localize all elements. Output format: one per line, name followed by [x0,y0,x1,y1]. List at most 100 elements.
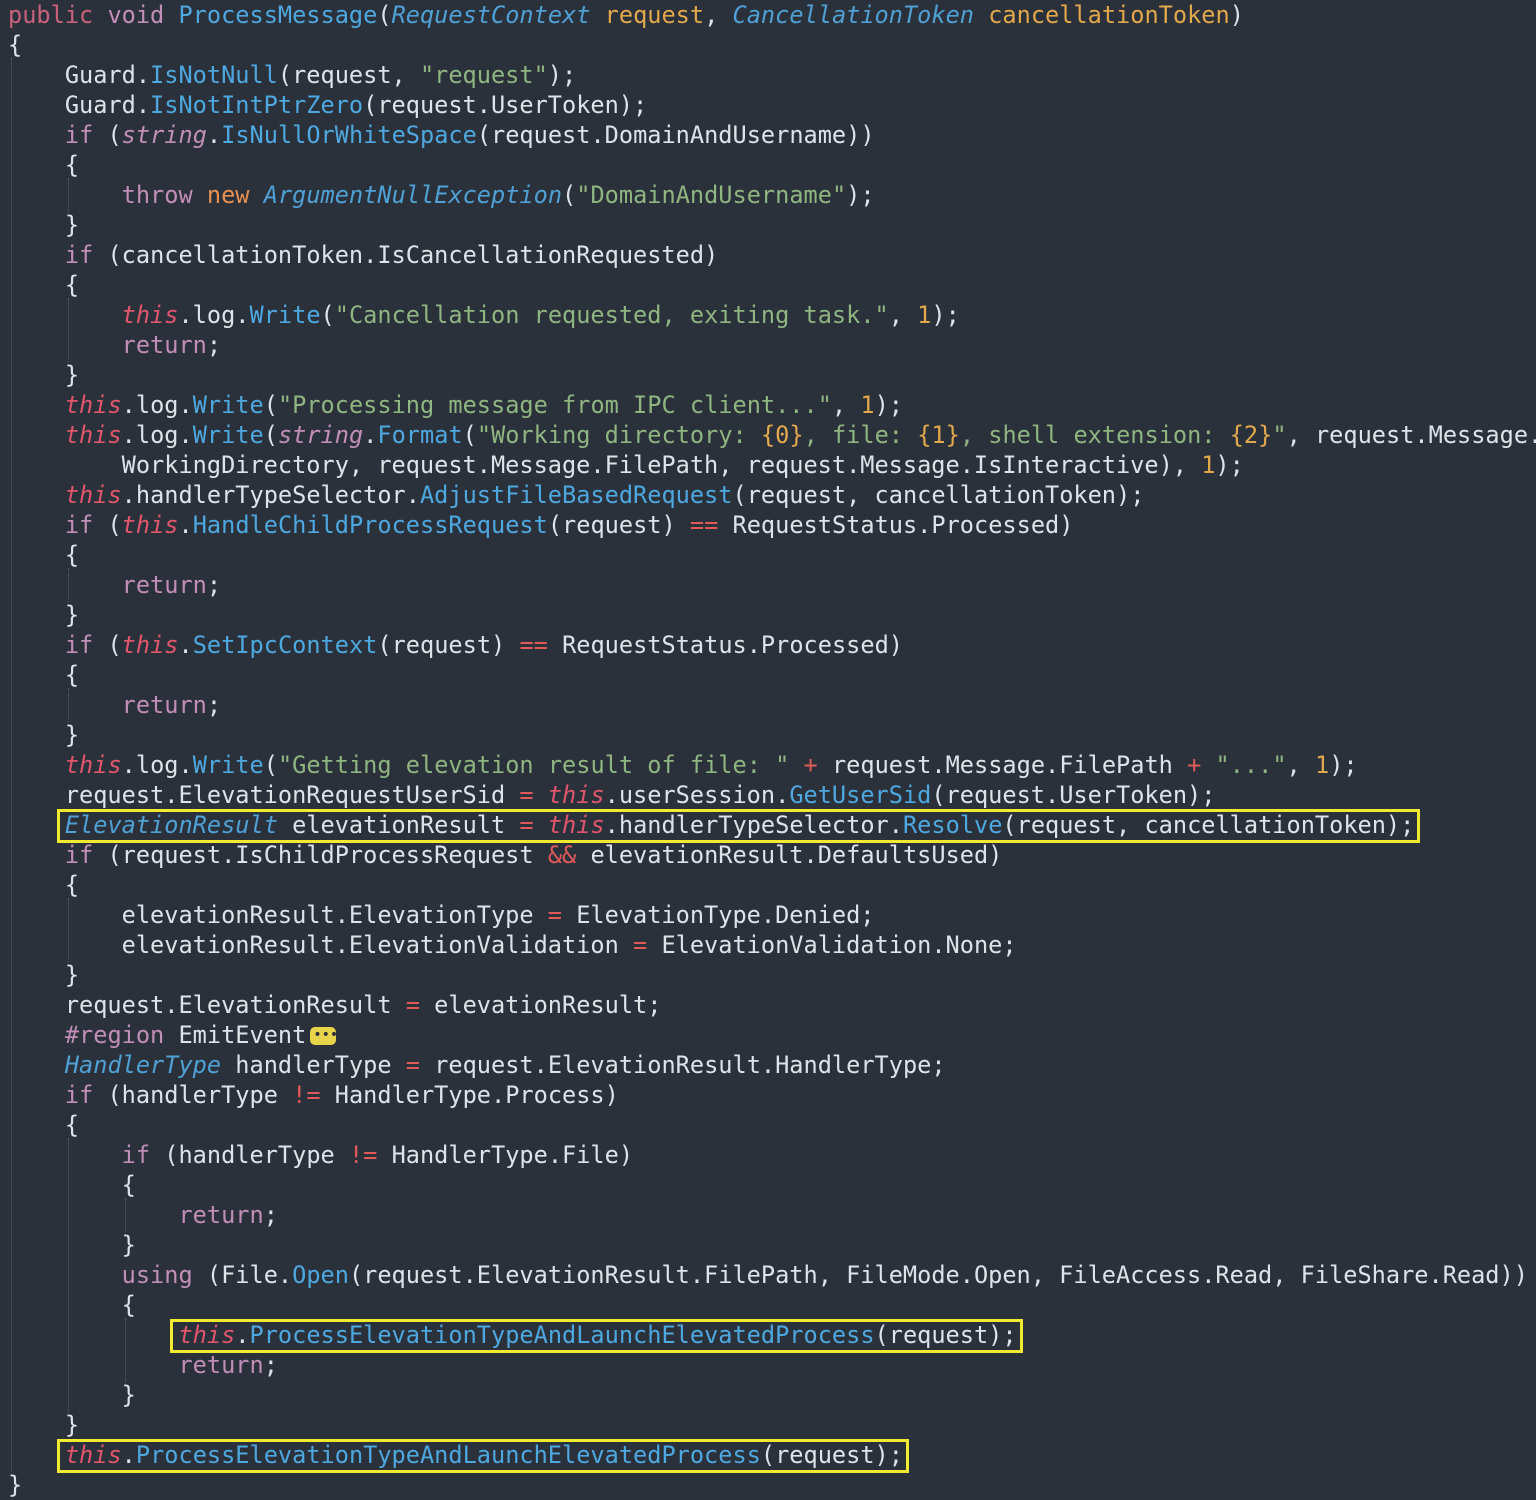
indent-guide [124,1198,126,1232]
code-line[interactable]: } [8,1380,136,1410]
code-token: {1} [917,421,960,449]
code-token: string [277,421,364,449]
code-token: GetUserSid [789,781,932,809]
code-token: , [704,1,733,29]
code-line[interactable]: } [8,720,79,750]
code-line[interactable]: { [8,1290,136,1320]
code-line[interactable]: Guard.IsNotIntPtrZero(request.UserToken)… [8,90,647,120]
code-token: } [8,601,80,629]
code-token: (cancellationToken.IsCancellationRequest… [93,241,719,269]
indent-guide [67,568,69,602]
code-token: ; [206,571,222,599]
code-line[interactable]: this.ProcessElevationTypeAndLaunchElevat… [8,1320,1016,1350]
indent-guide [67,298,69,362]
code-token: Format [377,421,463,449]
code-line[interactable]: elevationResult.ElevationType = Elevatio… [8,900,875,930]
code-line[interactable]: elevationResult.ElevationValidation = El… [8,930,1017,960]
code-line[interactable]: this.log.Write("Processing message from … [8,390,903,420]
code-line[interactable]: return; [8,1350,278,1380]
code-token: { [8,151,80,179]
code-token: #region [64,1021,165,1049]
code-token: (handlerType [150,1141,349,1169]
code-line[interactable]: if (handlerType != HandlerType.File) [8,1140,633,1170]
code-token: return [121,571,207,599]
code-line[interactable]: request.ElevationResult = elevationResul… [8,990,662,1020]
code-line[interactable]: public void ProcessMessage(RequestContex… [8,0,1244,30]
code-token: if [121,1141,151,1169]
code-line[interactable]: return; [8,330,221,360]
code-line[interactable]: { [8,150,79,180]
code-line[interactable]: { [8,270,79,300]
code-line[interactable]: } [8,1470,22,1500]
code-token: request.Message.FilePath [817,751,1188,779]
code-line[interactable]: this.log.Write(string.Format("Working di… [8,420,1536,450]
code-line[interactable]: #region EmitEvent [8,1020,338,1050]
code-line[interactable]: { [8,1170,136,1200]
code-token: {2} [1229,421,1273,449]
code-token: . [206,121,222,149]
code-line[interactable]: this.log.Write("Getting elevation result… [8,750,1358,780]
code-token: this [64,421,122,449]
code-line[interactable]: } [8,360,79,390]
code-token: this [64,391,122,419]
code-token: . [363,421,378,449]
code-line[interactable]: { [8,660,79,690]
code-line[interactable]: if (handlerType != HandlerType.Process) [8,1080,619,1110]
code-line[interactable]: if (request.IsChildProcessRequest && ele… [8,840,1003,870]
code-token: ; [263,1351,278,1379]
code-token: Resolve [902,811,1003,839]
code-token: ( [93,631,122,659]
code-token: . [235,1321,250,1349]
code-token: "Working directory: [476,421,761,449]
code-line[interactable]: Guard.IsNotNull(request, "request"); [8,60,576,90]
code-token: return [121,691,207,719]
code-line[interactable]: this.handlerTypeSelector.AdjustFileBased… [8,480,1145,510]
code-line[interactable]: if (string.IsNullOrWhiteSpace(request.Do… [8,120,875,150]
code-token: .handlerTypeSelector. [604,811,903,839]
code-line[interactable]: if (this.SetIpcContext(request) == Reque… [8,630,903,660]
code-line[interactable]: this.log.Write("Cancellation requested, … [8,300,960,330]
code-token: ( [320,301,335,329]
code-token: (request, cancellationToken); [1002,811,1415,839]
fold-ellipsis-icon[interactable] [310,1020,338,1050]
code-line[interactable]: request.ElevationRequestUserSid = this.u… [8,780,1216,810]
code-line[interactable]: using (File.Open(request.ElevationResult… [8,1260,1528,1290]
code-token: if [64,841,94,869]
code-token: (request.UserToken); [363,91,648,119]
code-line[interactable]: return; [8,690,221,720]
code-line[interactable]: { [8,1110,79,1140]
code-token: ; [263,1201,278,1229]
code-line[interactable]: this.ProcessElevationTypeAndLaunchElevat… [8,1440,903,1470]
code-line[interactable]: { [8,870,79,900]
code-token: (request.IsChildProcessRequest [93,841,548,869]
code-token: = [633,931,648,959]
code-line[interactable]: } [8,210,79,240]
code-line[interactable]: { [8,540,79,570]
code-line[interactable]: WorkingDirectory, request.Message.FilePa… [8,450,1244,480]
code-line[interactable]: { [8,30,22,60]
code-line[interactable]: return; [8,570,221,600]
code-token: public [8,1,108,29]
code-line[interactable]: } [8,600,79,630]
code-line[interactable]: throw new ArgumentNullException("DomainA… [8,180,875,210]
code-editor[interactable]: public void ProcessMessage(RequestContex… [0,0,1536,1500]
code-line[interactable]: if (cancellationToken.IsCancellationRequ… [8,240,718,270]
code-line[interactable]: } [8,960,79,990]
code-line[interactable]: } [8,1410,79,1440]
code-line[interactable]: } [8,1230,136,1260]
indent-guide [67,688,69,722]
indent-guide [124,1318,126,1382]
code-line[interactable]: return; [8,1200,278,1230]
code-line[interactable]: ElevationResult elevationResult = this.h… [8,810,1415,840]
code-line[interactable]: HandlerType handlerType = request.Elevat… [8,1050,946,1080]
code-line[interactable]: if (this.HandleChildProcessRequest(reque… [8,510,1074,540]
code-token: ArgumentNullException [263,181,563,209]
code-token: this [547,781,605,809]
